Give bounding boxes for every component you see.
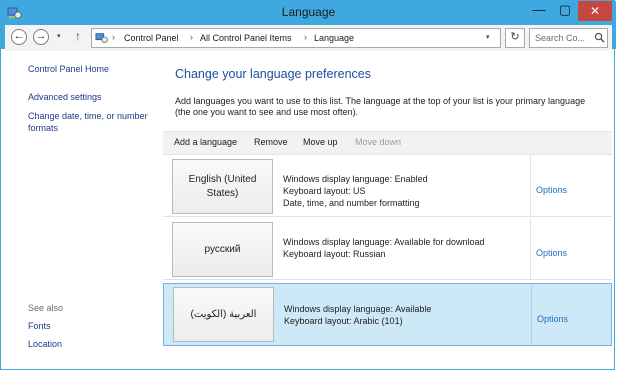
language-tile[interactable]: العربية (الكويت) bbox=[173, 287, 274, 342]
change-date-formats-link[interactable]: Change date, time, or number formats bbox=[28, 110, 158, 134]
language-info-line: Windows display language: Available for … bbox=[283, 237, 485, 247]
search-input[interactable]: Search Co... bbox=[529, 28, 608, 48]
move-up-button[interactable]: Move up bbox=[303, 137, 338, 147]
address-bar[interactable]: › Control Panel › All Control Panel Item… bbox=[91, 28, 501, 48]
address-dropdown-button[interactable]: ▾ bbox=[486, 33, 490, 41]
breadcrumb-control-panel[interactable]: Control Panel bbox=[124, 33, 179, 43]
move-down-button: Move down bbox=[355, 137, 402, 147]
options-link[interactable]: Options bbox=[537, 314, 568, 324]
language-info: Windows display language: Available Keyb… bbox=[284, 303, 431, 327]
remove-button[interactable]: Remove bbox=[254, 137, 288, 147]
language-window: Language — ▢ ✕ ← → ▾ ↑ › Control Panel ›… bbox=[0, 0, 616, 370]
back-button[interactable]: ← bbox=[11, 29, 27, 45]
options-link[interactable]: Options bbox=[536, 248, 567, 258]
forward-button[interactable]: → bbox=[33, 29, 49, 45]
title-bar: Language — ▢ ✕ bbox=[1, 1, 616, 25]
breadcrumb-all-items[interactable]: All Control Panel Items bbox=[200, 33, 292, 43]
control-panel-icon bbox=[95, 33, 108, 43]
navigation-bar: ← → ▾ ↑ › Control Panel › All Control Pa… bbox=[5, 25, 612, 51]
breadcrumb-separator: › bbox=[190, 32, 193, 42]
language-tile[interactable]: русский bbox=[172, 222, 273, 277]
add-language-button[interactable]: Add a language bbox=[174, 137, 237, 147]
language-info-line: Windows display language: Available bbox=[284, 304, 432, 314]
control-panel-home-link[interactable]: Control Panel Home bbox=[28, 64, 109, 74]
language-info-line: Date, time, and number formatting bbox=[283, 198, 420, 208]
recent-locations-dropdown[interactable]: ▾ bbox=[57, 32, 61, 40]
see-also-label: See also bbox=[28, 303, 64, 313]
advanced-settings-link[interactable]: Advanced settings bbox=[28, 92, 102, 102]
breadcrumb-language[interactable]: Language bbox=[314, 33, 354, 43]
language-info-line: Windows display language: Enabled bbox=[283, 174, 428, 184]
location-link[interactable]: Location bbox=[28, 339, 62, 349]
breadcrumb-separator: › bbox=[112, 32, 115, 42]
language-info-line: Keyboard layout: Arabic (101) bbox=[284, 316, 403, 326]
search-placeholder: Search Co... bbox=[535, 33, 586, 43]
search-icon[interactable] bbox=[594, 32, 605, 43]
column-divider bbox=[530, 155, 531, 216]
language-info: Windows display language: Enabled Keyboa… bbox=[283, 173, 428, 209]
language-info-line: Keyboard layout: US bbox=[283, 186, 366, 196]
language-toolbar: Add a language Remove Move up Move down bbox=[163, 131, 612, 155]
refresh-button[interactable]: ↻ bbox=[505, 28, 525, 48]
close-button[interactable]: ✕ bbox=[578, 1, 612, 21]
breadcrumb-separator: › bbox=[304, 32, 307, 42]
language-row-arabic[interactable]: العربية (الكويت) Windows display languag… bbox=[163, 283, 612, 346]
fonts-link[interactable]: Fonts bbox=[28, 321, 51, 331]
options-link[interactable]: Options bbox=[536, 185, 567, 195]
window-title: Language bbox=[281, 5, 336, 19]
maximize-button[interactable]: ▢ bbox=[552, 1, 578, 21]
minimize-button[interactable]: — bbox=[526, 1, 552, 21]
language-info: Windows display language: Available for … bbox=[283, 236, 484, 260]
language-row-english[interactable]: English (United States) Windows display … bbox=[163, 155, 612, 217]
page-description: Add languages you want to use to this li… bbox=[175, 96, 586, 117]
language-row-russian[interactable]: русский Windows display language: Availa… bbox=[163, 218, 612, 280]
language-info-line: Keyboard layout: Russian bbox=[283, 249, 386, 259]
language-tile[interactable]: English (United States) bbox=[172, 159, 273, 214]
page-title: Change your language preferences bbox=[175, 67, 371, 81]
content-area: Control Panel Home Advanced settings Cha… bbox=[5, 51, 612, 367]
column-divider bbox=[531, 284, 532, 345]
up-button[interactable]: ↑ bbox=[75, 29, 81, 43]
column-divider bbox=[530, 218, 531, 279]
